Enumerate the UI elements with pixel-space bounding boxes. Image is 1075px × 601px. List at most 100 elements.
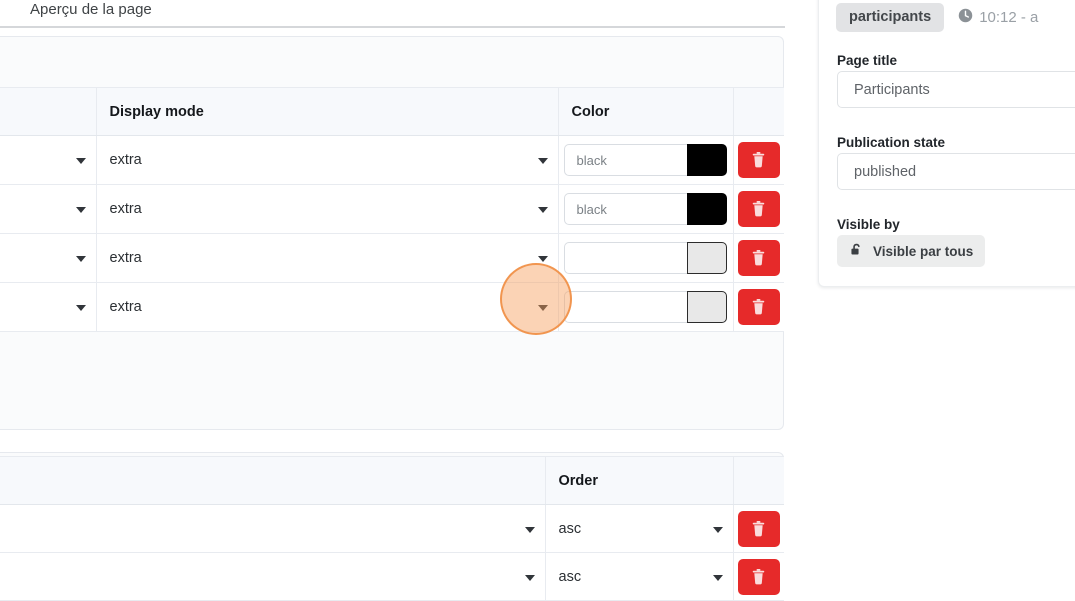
visible-by-badge[interactable]: Visible par tous <box>837 235 986 267</box>
table-row: extra <box>0 282 784 332</box>
chevron-down-icon[interactable] <box>712 526 723 533</box>
display-mode-select-2[interactable]: extra <box>97 235 558 281</box>
display-mode-select-1[interactable]: extra <box>97 186 558 232</box>
delete-row-button[interactable] <box>737 191 780 227</box>
order-field-cell[interactable] <box>0 552 546 601</box>
actions-cell <box>733 552 784 601</box>
color-text-input[interactable]: black <box>563 193 687 225</box>
column-header-selector <box>0 87 97 136</box>
publication-state-input[interactable]: published <box>837 153 1075 190</box>
visible-by-label: Visible by <box>837 217 900 232</box>
column-header-display-mode: Display mode <box>96 87 559 136</box>
chevron-down-icon[interactable] <box>524 574 535 581</box>
trash-icon <box>750 200 767 218</box>
chevron-down-icon[interactable] <box>712 574 723 581</box>
display-mode-select-3[interactable]: extra <box>97 284 558 330</box>
color-input-group-1: black <box>559 185 733 233</box>
row-selector-cell[interactable] <box>0 135 97 185</box>
row-selector-cell[interactable] <box>0 233 97 283</box>
chevron-down-icon[interactable] <box>75 207 86 213</box>
page-title: Aperçu de la page <box>30 1 152 18</box>
actions-cell <box>733 184 784 234</box>
display-mode-cell[interactable]: extra <box>96 282 559 332</box>
color-text-input[interactable]: black <box>563 144 687 176</box>
order-direction-select-1[interactable]: asc <box>546 554 733 600</box>
display-mode-cell[interactable]: extra <box>96 135 559 185</box>
color-swatch-button[interactable] <box>686 242 727 274</box>
display-mode-select-0[interactable]: extra <box>97 137 558 183</box>
chevron-down-icon[interactable] <box>75 158 86 164</box>
actions-cell <box>733 504 784 553</box>
display-mode-value: extra <box>109 152 142 168</box>
order-direction-value: asc <box>558 520 582 537</box>
panel-header: participants 10:12 - a <box>836 3 1038 32</box>
delete-row-button[interactable] <box>737 289 780 325</box>
order-field-select-1[interactable] <box>0 554 545 600</box>
order-direction-select-0[interactable]: asc <box>546 506 733 552</box>
delete-row-button[interactable] <box>737 558 780 595</box>
page-metadata-panel: participants 10:12 - a Page title Partic… <box>818 0 1075 287</box>
chevron-down-icon[interactable] <box>524 526 535 533</box>
chevron-down-icon[interactable] <box>537 256 548 262</box>
delete-row-button[interactable] <box>737 510 780 547</box>
color-swatch-button[interactable] <box>686 291 727 323</box>
color-cell[interactable]: black <box>558 135 734 185</box>
color-swatch-button[interactable] <box>686 144 727 176</box>
table-row: asc <box>0 552 784 601</box>
display-mode-cell[interactable]: extra <box>96 233 559 283</box>
actions-cell <box>733 282 784 332</box>
page-title-label: Page title <box>837 53 898 68</box>
table-row: extra black <box>0 184 784 234</box>
delete-row-button[interactable] <box>737 240 780 276</box>
color-text-input[interactable] <box>563 242 687 274</box>
actions-cell <box>733 233 784 283</box>
table-header-row: Display mode Color <box>0 87 784 136</box>
column-header-actions <box>733 87 784 136</box>
row-selector-cell[interactable] <box>0 282 97 332</box>
display-mode-value: extra <box>109 299 142 315</box>
table-row: extra black <box>0 135 784 185</box>
order-card: Order asc asc <box>0 452 784 601</box>
color-input-group-2 <box>559 234 733 282</box>
display-mode-value: extra <box>109 250 142 266</box>
field-select-0[interactable] <box>0 137 96 183</box>
timestamp-text: 10:12 - a <box>979 9 1039 26</box>
display-mode-table: Display mode Color extra black extra black e… <box>0 87 784 332</box>
color-swatch-button[interactable] <box>686 193 727 225</box>
order-direction-cell[interactable]: asc <box>545 504 734 553</box>
order-table: Order asc asc <box>0 456 784 601</box>
column-header-actions <box>733 456 784 505</box>
order-direction-cell[interactable]: asc <box>545 552 734 601</box>
chevron-down-icon[interactable] <box>537 158 548 164</box>
actions-cell <box>733 135 784 185</box>
field-select-2[interactable] <box>0 235 96 281</box>
chevron-down-icon[interactable] <box>537 305 548 311</box>
color-cell[interactable] <box>558 233 734 283</box>
page-slug-tag[interactable]: participants <box>836 3 945 32</box>
trash-icon <box>750 298 767 316</box>
last-modified-timestamp: 10:12 - a <box>958 8 1038 27</box>
column-header-color: Color <box>558 87 734 136</box>
unlock-icon <box>849 242 864 260</box>
column-header-field <box>0 456 546 505</box>
trash-icon <box>750 568 767 586</box>
row-selector-cell[interactable] <box>0 184 97 234</box>
field-select-3[interactable] <box>0 284 96 330</box>
display-mode-cell[interactable]: extra <box>96 184 559 234</box>
color-input-group-0: black <box>559 136 733 184</box>
delete-row-button[interactable] <box>737 142 780 178</box>
publication-state-label: Publication state <box>837 135 946 150</box>
table-header-row: Order <box>0 456 784 505</box>
chevron-down-icon[interactable] <box>75 305 86 311</box>
trash-icon <box>750 520 767 538</box>
color-cell[interactable]: black <box>558 184 734 234</box>
chevron-down-icon[interactable] <box>537 207 548 213</box>
color-cell[interactable] <box>558 282 734 332</box>
page-title-input[interactable]: Participants <box>837 71 1075 108</box>
left-content-column: Aperçu de la page Display mode Color ext… <box>0 0 785 601</box>
field-select-1[interactable] <box>0 186 96 232</box>
order-field-select-0[interactable] <box>0 506 545 552</box>
order-field-cell[interactable] <box>0 504 546 553</box>
color-text-input[interactable] <box>563 291 687 323</box>
chevron-down-icon[interactable] <box>75 256 86 262</box>
